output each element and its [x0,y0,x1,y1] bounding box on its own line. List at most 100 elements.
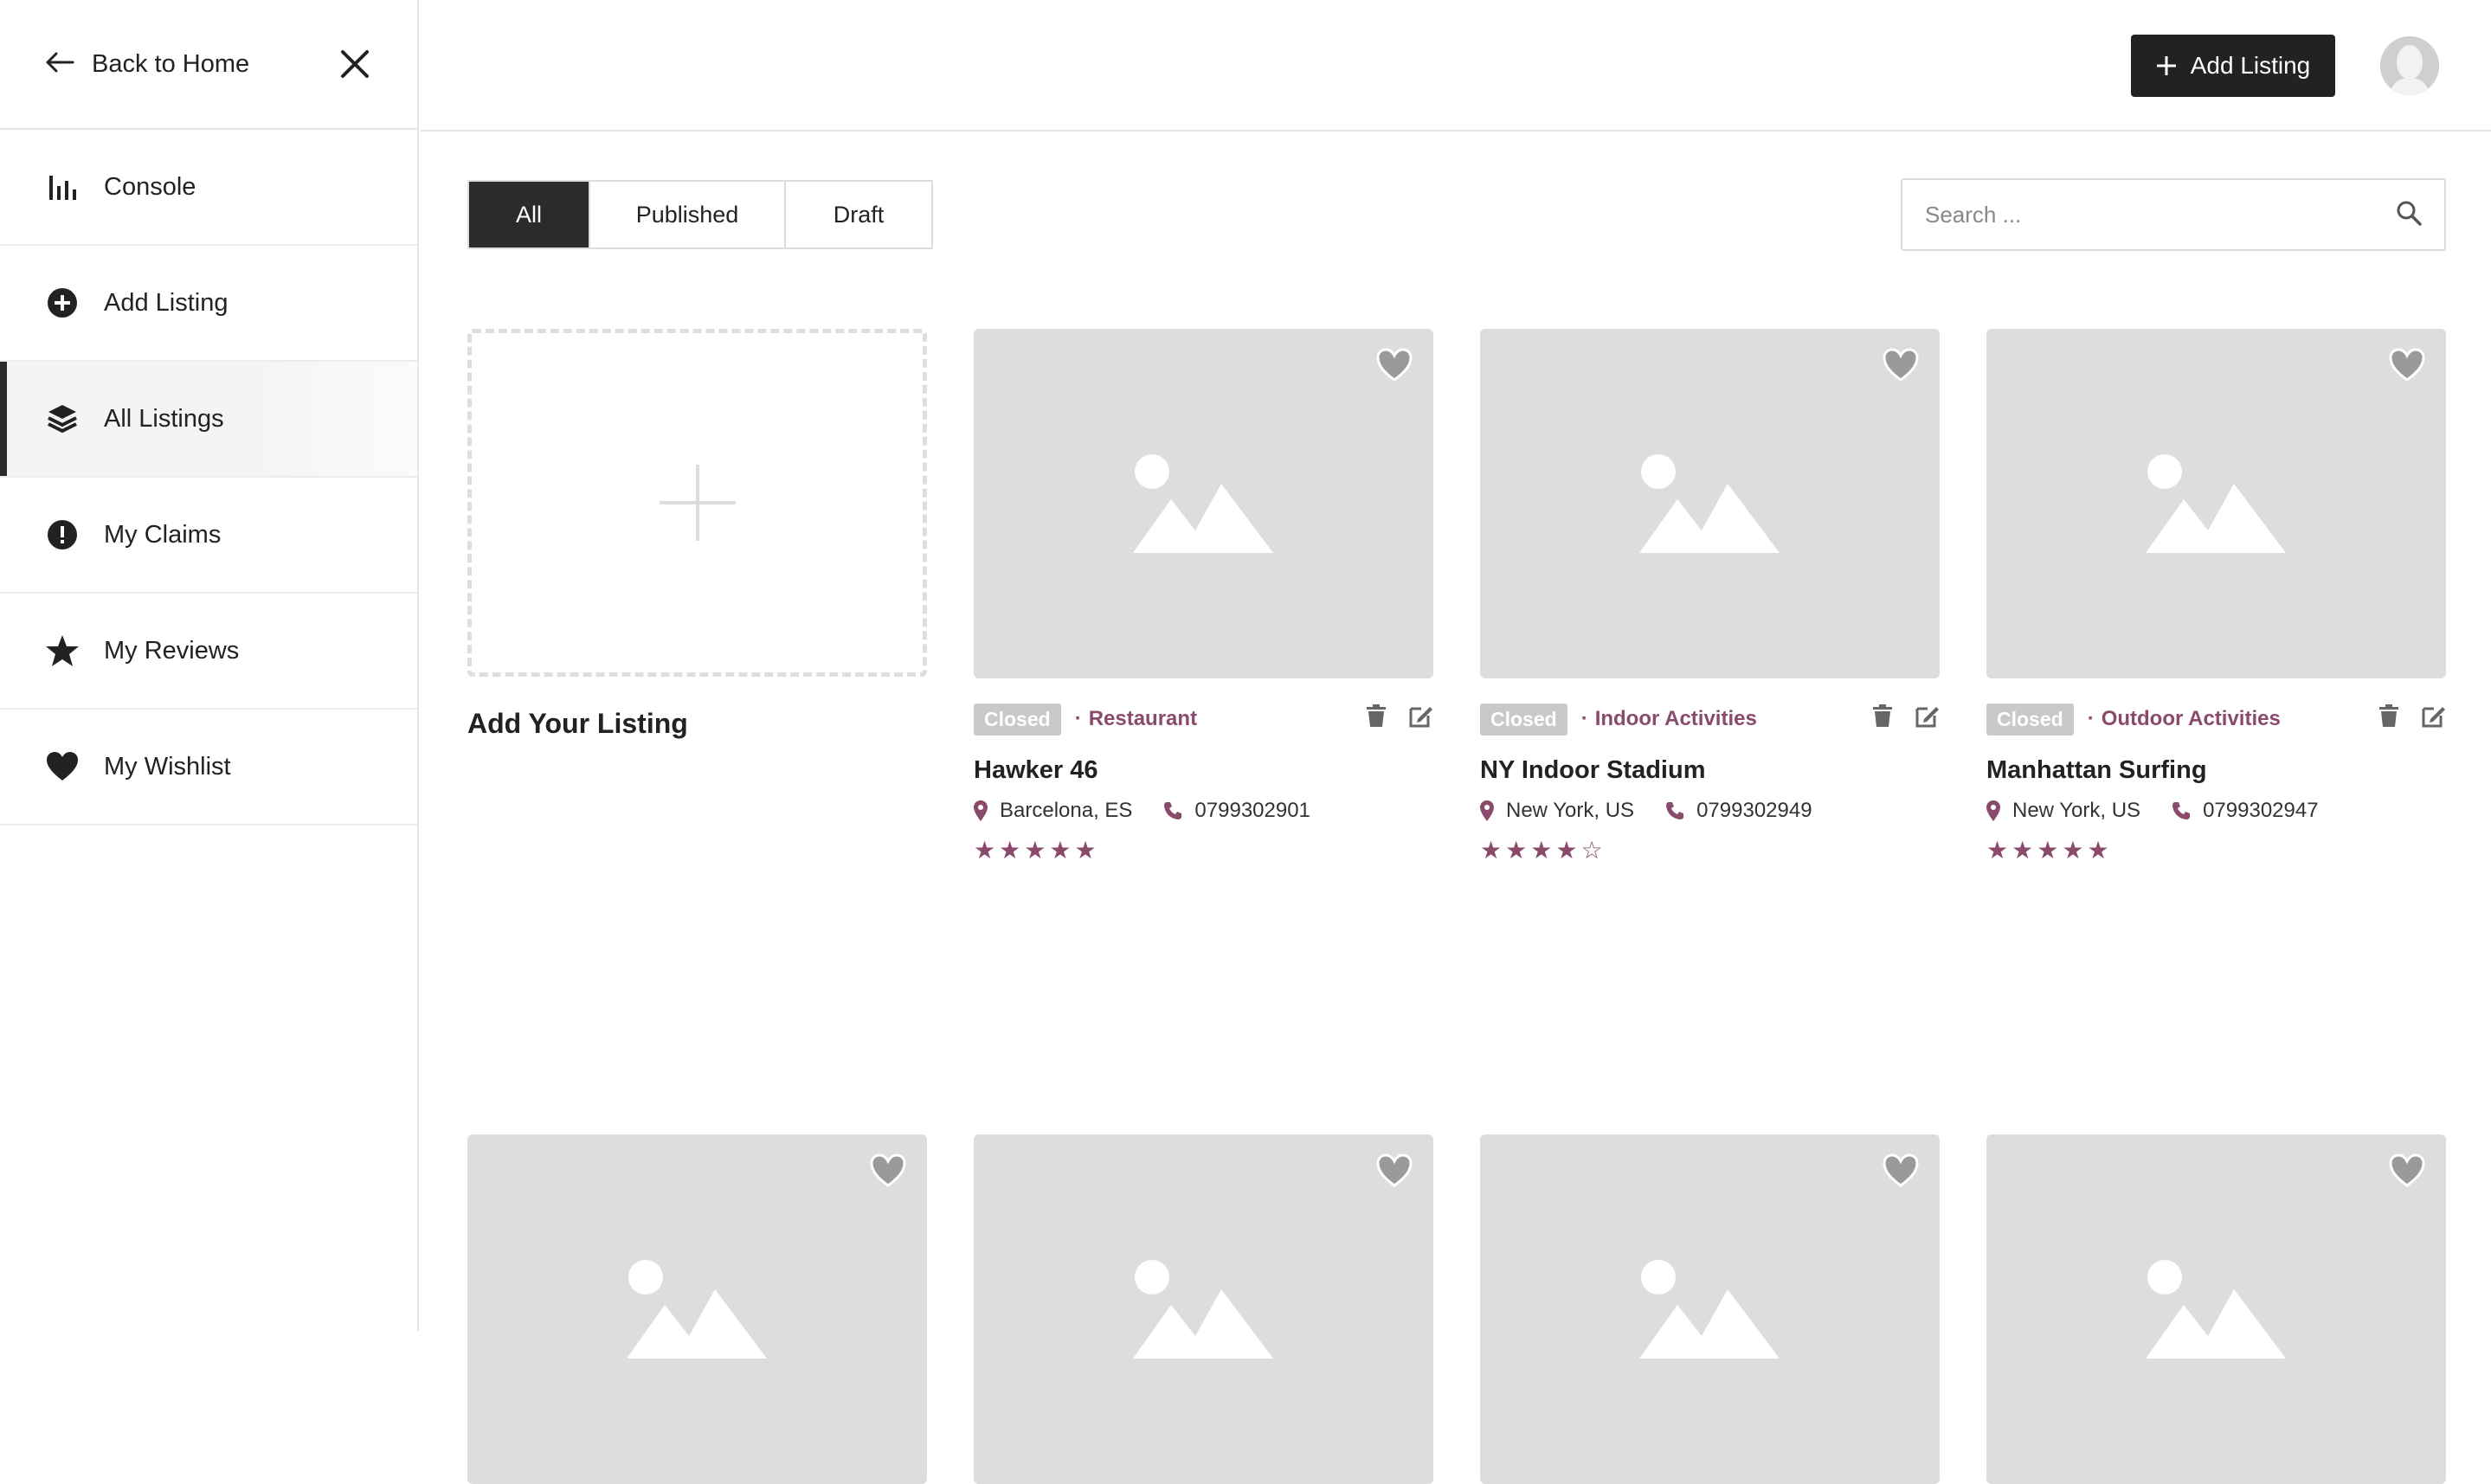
listing-title[interactable]: NY Indoor Stadium [1480,756,1940,785]
listings-grid: Add Your Listing Closed · Restaurant Hawk… [467,329,2446,1484]
star-filled-icon: ★ [999,837,1021,864]
chart-bars-icon [45,170,80,204]
image-placeholder-icon [2145,1260,2286,1359]
star-filled-icon: ★ [2011,837,2034,864]
listing-meta: Closed · Indoor Activities [1480,703,1940,736]
listing-title[interactable]: Hawker 46 [974,756,1433,785]
listing-phone[interactable]: 0799302947 [2203,799,2318,823]
listing-phone[interactable]: 0799302901 [1194,799,1310,823]
listing-title[interactable]: Manhattan Surfing [1986,756,2446,785]
heart-icon [1376,1153,1413,1187]
wishlist-heart-button[interactable] [1883,1153,1919,1188]
sidebar-item-label: My Claims [104,520,222,549]
map-pin-icon [1480,800,1494,821]
star-filled-icon: ★ [1074,837,1097,864]
listing-card: Closed · Restaurant Hawker 46 Barcelona, … [974,329,1433,863]
listing-image[interactable] [974,329,1433,678]
trash-icon[interactable] [1364,703,1388,729]
category-link[interactable]: · Restaurant [1075,707,1197,731]
star-filled-icon: ★ [2087,837,2109,864]
close-sidebar-button[interactable] [338,47,372,81]
image-placeholder-icon [1638,454,1780,553]
search-input[interactable] [1925,201,2396,228]
star-empty-icon: ☆ [1580,837,1603,864]
status-badge: Closed [974,703,1061,736]
layers-icon [45,402,80,436]
search-icon[interactable] [2396,200,2422,230]
listing-actions [1870,703,1940,729]
sidebar-header: Back to Home [0,0,417,130]
listing-meta: Closed · Restaurant [974,703,1433,736]
image-placeholder-icon [1638,1260,1780,1359]
sidebar-item-console[interactable]: Console [0,130,417,246]
arrow-left-icon [45,52,74,77]
heart-icon [870,1153,906,1187]
close-icon [341,50,369,78]
listing-image[interactable] [467,1134,927,1484]
avatar[interactable] [2380,36,2439,95]
category-link[interactable]: · Outdoor Activities [2088,707,2281,731]
listing-card [1986,1134,2446,1484]
map-pin-icon [1986,800,2000,821]
wishlist-heart-button[interactable] [1376,1153,1413,1188]
status-badge: Closed [1480,703,1567,736]
edit-icon[interactable] [1409,703,1433,729]
wishlist-heart-button[interactable] [870,1153,906,1188]
listing-image[interactable] [1986,329,2446,678]
edit-icon[interactable] [1915,703,1940,729]
sidebar: Back to Home Console Add Listing All Lis… [0,0,419,1331]
heart-icon [1883,1153,1919,1187]
tab-published[interactable]: Published [590,182,786,247]
rating-stars: ★ ★ ★ ★ ☆ [1480,838,1940,863]
image-placeholder-icon [626,1260,767,1359]
listing-info: New York, US 0799302949 [1480,799,1940,823]
listing-actions [1364,703,1433,729]
trash-icon[interactable] [2377,703,2401,729]
rating-stars: ★ ★ ★ ★ ★ [1986,838,2446,863]
top-bar: Add Listing [421,0,2491,132]
tab-all[interactable]: All [469,182,590,247]
listing-image[interactable] [1480,1134,1940,1484]
listing-info: New York, US 0799302947 [1986,799,2446,823]
listing-card [974,1134,1433,1484]
sidebar-item-my-wishlist[interactable]: My Wishlist [0,710,417,826]
wishlist-heart-button[interactable] [2389,1153,2425,1188]
listing-location: Barcelona, ES [1000,799,1133,822]
sidebar-item-my-reviews[interactable]: My Reviews [0,594,417,710]
edit-icon[interactable] [2422,703,2446,729]
heart-icon [45,749,80,784]
back-to-home-link[interactable]: Back to Home [45,50,249,79]
listing-location: New York, US [1506,799,1635,822]
listing-card: Closed · Indoor Activities NY Indoor Stad… [1480,329,1940,863]
heart-icon [1883,348,1919,382]
star-filled-icon: ★ [1480,837,1503,864]
category-link[interactable]: · Indoor Activities [1581,707,1757,731]
star-icon [45,633,80,668]
sidebar-item-my-claims[interactable]: My Claims [0,478,417,594]
listing-phone[interactable]: 0799302949 [1696,799,1812,823]
star-filled-icon: ★ [1505,837,1528,864]
add-listing-button[interactable]: Add Listing [2131,35,2335,97]
star-filled-icon: ★ [2062,837,2084,864]
plus-icon [2156,56,2176,75]
phone-icon [1666,802,1684,819]
star-filled-icon: ★ [1530,837,1553,864]
listing-image[interactable] [974,1134,1433,1484]
listing-image[interactable] [1986,1134,2446,1484]
wishlist-heart-button[interactable] [1883,348,1919,382]
heart-icon [2389,1153,2425,1187]
image-placeholder-icon [2145,454,2286,553]
heart-icon [2389,348,2425,382]
exclamation-circle-icon [45,517,80,552]
wishlist-heart-button[interactable] [1376,348,1413,382]
listing-image[interactable] [1480,329,1940,678]
add-listing-dropzone[interactable] [467,329,927,677]
search-box [1901,178,2446,251]
phone-icon [1164,802,1182,819]
wishlist-heart-button[interactable] [2389,348,2425,382]
sidebar-item-add-listing[interactable]: Add Listing [0,246,417,362]
tab-draft[interactable]: Draft [786,182,931,247]
trash-icon[interactable] [1870,703,1895,729]
sidebar-item-label: All Listings [104,404,224,433]
sidebar-item-all-listings[interactable]: All Listings [0,362,417,478]
